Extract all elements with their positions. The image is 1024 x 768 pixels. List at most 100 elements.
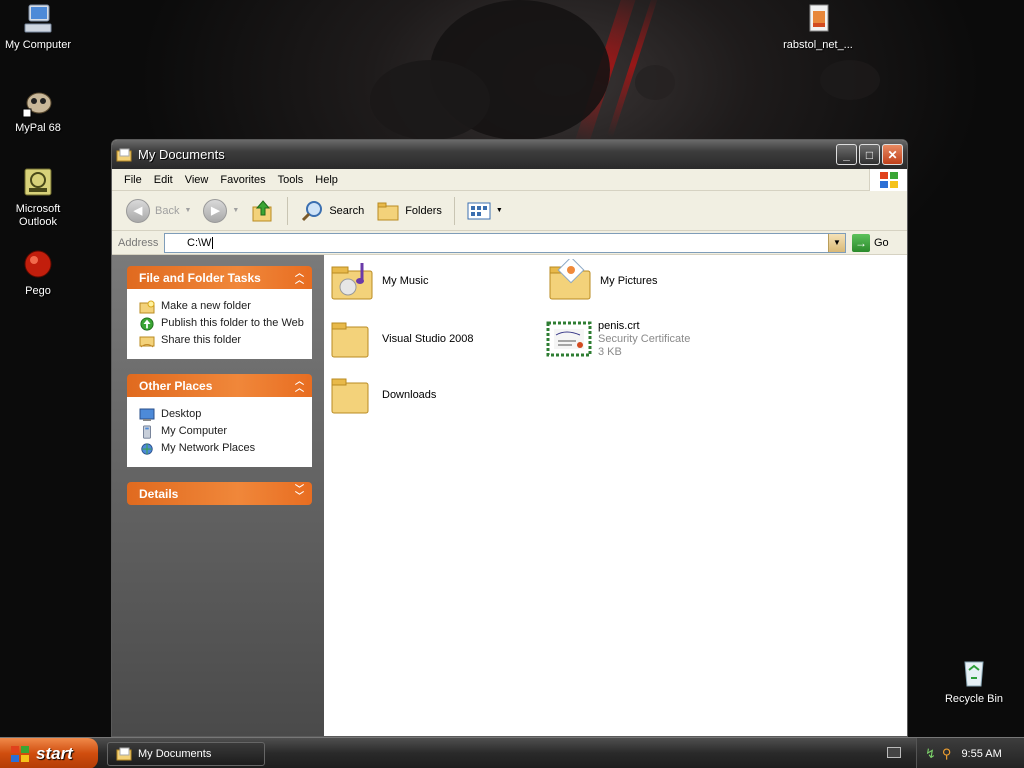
archive-icon	[809, 4, 829, 32]
title-bar[interactable]: My Documents _ □ ✕	[112, 140, 907, 169]
desktop-icon-label: Microsoft Outlook	[15, 203, 61, 228]
other-places-header[interactable]: Other Places ︿ ︿	[127, 374, 312, 397]
menu-edit[interactable]: Edit	[148, 174, 179, 186]
folders-icon	[377, 202, 399, 220]
up-folder-icon	[252, 199, 272, 221]
file-item-my-pictures[interactable]: My Pictures	[548, 259, 657, 303]
collapse-icon[interactable]: ︿ ︿	[295, 377, 304, 393]
toolbar-separator	[453, 196, 455, 225]
clock[interactable]: 9:55 AM	[961, 748, 1001, 760]
back-dropdown-icon: ▼	[184, 207, 192, 214]
views-button[interactable]: ▼	[463, 200, 507, 222]
window-title: My Documents	[138, 147, 225, 162]
file-item-my-music[interactable]: My Music	[330, 259, 428, 303]
minimize-icon: _	[843, 147, 850, 162]
search-tray-icon[interactable]: ⚲	[942, 746, 952, 762]
search-icon	[302, 200, 323, 221]
text-cursor	[212, 236, 214, 249]
windows-logo-icon	[869, 169, 907, 191]
desktop-icon-my-computer[interactable]: My Computer	[0, 2, 76, 52]
desktop-icon-label: Pego	[25, 285, 51, 297]
maximize-button[interactable]: □	[859, 144, 880, 165]
go-arrow-icon: →	[852, 233, 870, 252]
forward-arrow-icon: ▶	[203, 198, 228, 223]
place-my-network-places[interactable]: My Network Places	[139, 442, 306, 456]
menu-help[interactable]: Help	[309, 174, 344, 186]
task-publish-folder[interactable]: Publish this folder to the Web	[139, 317, 306, 331]
back-arrow-icon: ◀	[126, 198, 150, 223]
address-input[interactable]: C:\W ▼	[164, 232, 846, 253]
expand-icon[interactable]: ﹀ ﹀	[295, 485, 304, 501]
desktop-icon-outlook[interactable]: Microsoft Outlook	[0, 166, 76, 229]
task-label: My Documents	[138, 748, 212, 760]
keyboard-icon[interactable]	[887, 747, 901, 758]
system-tray: ↯ ⚲ 9:55 AM	[916, 738, 1024, 768]
file-name: penis.crt	[598, 319, 640, 332]
panel-title: Other Places	[139, 378, 213, 393]
other-places-panel: Other Places ︿ ︿ Desktop My Computer My N…	[127, 374, 312, 467]
desktop-icon-pego[interactable]: Pego	[0, 248, 76, 298]
mypal-icon	[22, 92, 52, 118]
task-pane: File and Folder Tasks ︿ ︿ Make a new fold…	[112, 255, 324, 736]
music-folder-icon	[331, 263, 373, 300]
address-bar: Address C:\W ▼ → Go	[112, 231, 907, 255]
pictures-folder-icon	[549, 259, 591, 300]
menu-favorites[interactable]: Favorites	[214, 174, 271, 186]
desktop-icon-label: MyPal 68	[15, 122, 61, 134]
close-button[interactable]: ✕	[882, 144, 903, 165]
network-tray-icon[interactable]: ↯	[925, 746, 936, 762]
panel-title: Details	[139, 486, 179, 501]
desktop-icon-mypal[interactable]: MyPal 68	[0, 85, 76, 135]
file-size: 3 KB	[598, 345, 622, 358]
menu-view[interactable]: View	[179, 174, 215, 186]
file-folder-tasks-header[interactable]: File and Folder Tasks ︿ ︿	[127, 266, 312, 289]
go-button[interactable]: → Go	[852, 233, 889, 252]
address-value: C:\W	[187, 236, 212, 249]
minimize-button[interactable]: _	[836, 144, 857, 165]
new-folder-icon	[139, 300, 155, 314]
folders-button[interactable]: Folders	[372, 198, 446, 224]
place-label: Desktop	[161, 408, 202, 420]
desktop-icon-label: rabstol_net_...	[783, 39, 853, 51]
up-folder-button[interactable]	[247, 197, 279, 225]
place-label: My Network Places	[161, 442, 256, 454]
file-item-downloads[interactable]: Downloads	[330, 373, 436, 417]
file-item-certificate[interactable]: penis.crt Security Certificate 3 KB	[546, 317, 690, 361]
file-item-visual-studio-2008[interactable]: Visual Studio 2008	[330, 317, 474, 361]
back-button[interactable]: ◀ Back ▼	[122, 197, 195, 225]
maximize-icon: □	[865, 147, 874, 162]
recycle-bin-icon	[964, 661, 984, 687]
taskbar-button-my-documents[interactable]: My Documents	[107, 742, 265, 766]
go-label: Go	[874, 236, 889, 249]
forward-button[interactable]: ▶ ▼	[199, 197, 243, 225]
pego-icon	[24, 250, 52, 278]
address-dropdown-button[interactable]: ▼	[828, 233, 845, 252]
task-make-new-folder[interactable]: Make a new folder	[139, 300, 306, 314]
desktop-icon-label: Recycle Bin	[944, 693, 1004, 705]
folder-icon	[331, 378, 369, 414]
chevron-down-icon: ▼	[833, 238, 841, 247]
search-button[interactable]: Search	[296, 197, 368, 225]
start-button[interactable]: start	[0, 738, 98, 768]
outlook-icon	[24, 168, 52, 196]
details-header[interactable]: Details ﹀ ﹀	[127, 482, 312, 505]
place-my-computer[interactable]: My Computer	[139, 425, 306, 439]
desktop-icon-recycle-bin[interactable]: Recycle Bin	[936, 656, 1012, 706]
views-icon	[467, 202, 491, 219]
task-label: Make a new folder	[161, 300, 251, 312]
my-computer-icon	[24, 4, 52, 33]
file-list: My Music My Pictures Visual Studio 2008	[324, 255, 907, 736]
network-places-icon	[141, 443, 153, 455]
explorer-window[interactable]: My Documents _ □ ✕ File Edit View Favori…	[111, 139, 908, 737]
menu-file[interactable]: File	[118, 174, 148, 186]
desktop-icon-rabstol[interactable]: rabstol_net_...	[780, 2, 856, 52]
documents-folder-icon	[116, 148, 132, 161]
menu-tools[interactable]: Tools	[272, 174, 310, 186]
place-desktop[interactable]: Desktop	[139, 408, 306, 422]
collapse-icon[interactable]: ︿ ︿	[295, 269, 304, 285]
task-share-folder[interactable]: Share this folder	[139, 334, 306, 348]
file-name: Downloads	[382, 388, 437, 401]
folder-icon	[331, 322, 369, 358]
file-name: My Music	[382, 274, 429, 287]
views-dropdown-icon: ▼	[495, 207, 503, 214]
